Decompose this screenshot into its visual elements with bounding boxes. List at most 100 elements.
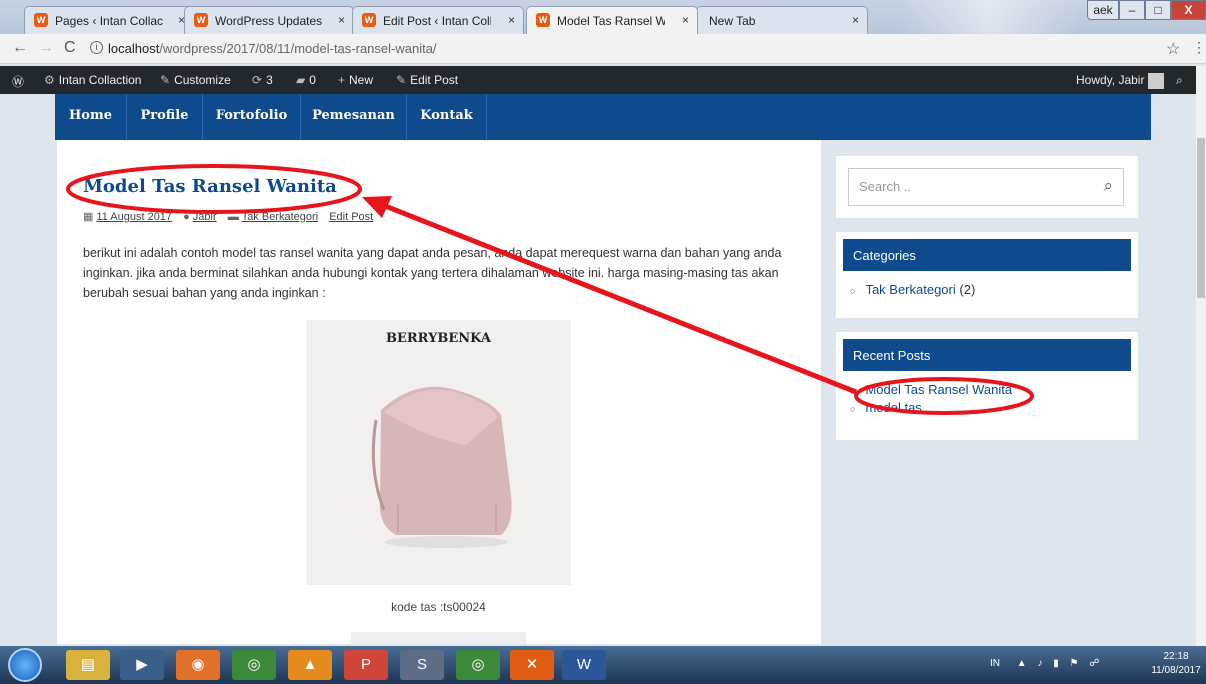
sublime-icon[interactable]: S <box>400 650 444 680</box>
browser-tab-new[interactable]: New Tab × <box>696 6 868 34</box>
media-player-icon[interactable]: ▶ <box>120 650 164 680</box>
vlc-icon[interactable]: ▲ <box>288 650 332 680</box>
wordpress-favicon-icon: W <box>34 13 48 27</box>
howdy-label: Howdy, Jabir <box>1076 73 1145 88</box>
clock-date: 11/08/2017 <box>1151 665 1201 676</box>
admin-updates-link[interactable]: ⟳ 3 <box>252 73 273 87</box>
tab-title: New Tab <box>709 14 756 28</box>
word-icon[interactable]: W <box>562 650 606 680</box>
network-icon[interactable]: ☍ <box>1089 658 1099 669</box>
recent-post-link[interactable]: model tas <box>865 400 921 415</box>
browser-tab-updates[interactable]: W WordPress Updates ‹ Int × <box>184 6 354 34</box>
tab-close-icon[interactable]: × <box>682 13 689 27</box>
wordpress-favicon-icon: W <box>362 13 376 27</box>
windows-taskbar: ▤ ▶ ◉ ◎ ▲ P S ◎ ✕ W IN ▲ ♪ ▮ ⚑ ☍ 22:18 1… <box>0 646 1206 684</box>
site-info-icon[interactable]: i <box>90 41 103 54</box>
admin-customize-link[interactable]: ✎ Customize <box>160 73 231 87</box>
updates-icon: ⟳ <box>252 73 263 87</box>
customize-label: Customize <box>174 73 231 87</box>
list-item[interactable]: ○ Model Tas Ransel Wanita <box>850 382 1012 400</box>
page-scrollbar[interactable] <box>1196 66 1206 646</box>
recent-posts-heading: Recent Posts <box>843 339 1131 371</box>
tab-title: Edit Post ‹ Intan Collacti <box>383 14 491 28</box>
main-navigation: Home Profile Fortofolio Pemesanan Kontak <box>55 94 1151 140</box>
admin-new-link[interactable]: + New <box>338 73 373 87</box>
window-close-button[interactable]: X <box>1171 0 1206 20</box>
powerpoint-icon[interactable]: P <box>344 650 388 680</box>
clock-time: 22:18 <box>1163 651 1189 662</box>
firefox-icon[interactable]: ◉ <box>176 650 220 680</box>
nav-item-home[interactable]: Home <box>55 94 127 140</box>
post-category[interactable]: Tak Berkategori <box>242 211 318 223</box>
user-icon: ● <box>183 211 190 223</box>
folder-icon: ▬ <box>227 211 239 223</box>
tab-close-icon[interactable]: × <box>508 13 515 27</box>
list-item[interactable]: ○ Tak Berkategori (2) <box>850 282 975 300</box>
admin-account-link[interactable]: Howdy, Jabir <box>1076 73 1165 89</box>
back-arrow-icon[interactable]: ← <box>12 39 28 57</box>
address-bar[interactable]: i localhost/wordpress/2017/08/11/model-t… <box>90 38 1180 60</box>
post-edit-link[interactable]: Edit Post <box>329 211 373 223</box>
browser-tab-current[interactable]: W Model Tas Ransel Wanita × <box>526 6 698 34</box>
window-maximize-button[interactable]: □ <box>1145 0 1171 20</box>
volume-icon[interactable]: ♪ <box>1037 658 1042 669</box>
start-button[interactable] <box>8 648 42 682</box>
tray-language[interactable]: IN <box>990 658 1000 669</box>
chrome-active-icon[interactable]: ◎ <box>456 650 500 680</box>
search-icon[interactable]: ⌕ <box>1103 176 1113 196</box>
post-meta: ▦ 11 August 2017 ● Jabir ▬ Tak Berkategori … <box>83 210 381 223</box>
avatar <box>1148 73 1165 89</box>
tray-expand-icon[interactable]: ▲ <box>1017 658 1027 669</box>
nav-item-fortofolio[interactable]: Fortofolio <box>203 94 301 140</box>
window-minimize-button[interactable]: – <box>1119 0 1145 20</box>
chrome-icon[interactable]: ◎ <box>232 650 276 680</box>
nav-item-profile[interactable]: Profile <box>127 94 203 140</box>
bookmark-star-icon[interactable]: ☆ <box>1166 39 1180 59</box>
browser-menu-icon[interactable]: ⋮ <box>1192 39 1206 56</box>
product-image[interactable]: BERRYBENKA <box>306 320 571 585</box>
categories-widget: Categories ○ Tak Berkategori (2) <box>836 232 1138 318</box>
nav-item-kontak[interactable]: Kontak <box>407 94 487 140</box>
signal-icon[interactable]: ▮ <box>1053 658 1059 669</box>
scrollbar-thumb[interactable] <box>1197 138 1205 298</box>
edit-post-label: Edit Post <box>410 73 459 87</box>
tab-close-icon[interactable]: × <box>338 13 345 27</box>
post-author[interactable]: Jabir <box>193 211 217 223</box>
reload-icon[interactable]: C <box>64 39 76 57</box>
flag-icon[interactable]: ⚑ <box>1070 658 1079 669</box>
tab-close-icon[interactable]: × <box>852 13 859 27</box>
wordpress-favicon-icon: W <box>194 13 208 27</box>
bullet-icon: ○ <box>850 286 856 296</box>
browser-tab-edit-post[interactable]: W Edit Post ‹ Intan Collacti × <box>352 6 524 34</box>
list-item[interactable]: ○ model tas <box>850 400 1012 418</box>
admin-comments-link[interactable]: ▰ 0 <box>296 73 316 87</box>
second-product-image[interactable] <box>351 632 526 644</box>
admin-site-link[interactable]: ⚙ Intan Collaction <box>44 73 141 87</box>
dashboard-icon: ⚙ <box>44 73 55 87</box>
admin-search-icon[interactable]: ⌕ <box>1176 73 1183 88</box>
system-clock[interactable]: 22:18 11/08/2017 <box>1150 650 1202 678</box>
admin-edit-post-link[interactable]: ✎ Edit Post <box>396 73 458 87</box>
category-link[interactable]: Tak Berkategori <box>865 282 955 297</box>
browser-tab-pages[interactable]: W Pages ‹ Intan Collaction – × <box>24 6 194 34</box>
xampp-icon[interactable]: ✕ <box>510 650 554 680</box>
new-label: New <box>349 73 374 87</box>
window-language-button[interactable]: aek <box>1087 0 1119 20</box>
browser-tab-strip: W Pages ‹ Intan Collaction – × W WordPre… <box>0 0 1206 34</box>
wordpress-favicon-icon: W <box>536 13 550 27</box>
post-content: Model Tas Ransel Wanita ▦ 11 August 2017 … <box>57 140 821 644</box>
recent-post-link[interactable]: Model Tas Ransel Wanita <box>865 382 1012 397</box>
post-date[interactable]: 11 August 2017 <box>96 211 172 223</box>
nav-item-pemesanan[interactable]: Pemesanan <box>301 94 407 140</box>
post-body: berikut ini adalah contoh model tas rans… <box>83 246 782 300</box>
search-input[interactable]: Search .. ⌕ <box>848 168 1124 206</box>
category-count: (2) <box>959 282 976 297</box>
url-host: localhost <box>108 41 160 56</box>
file-explorer-icon[interactable]: ▤ <box>66 650 110 680</box>
updates-count: 3 <box>266 73 273 87</box>
wordpress-logo-icon[interactable]: Ⓦ <box>12 73 24 90</box>
image-caption: kode tas :ts00024 <box>391 600 486 614</box>
url-path: /wordpress/2017/08/11/model-tas-ransel-w… <box>159 41 437 56</box>
post-title[interactable]: Model Tas Ransel Wanita <box>83 176 337 197</box>
forward-arrow-icon[interactable]: → <box>38 39 54 57</box>
